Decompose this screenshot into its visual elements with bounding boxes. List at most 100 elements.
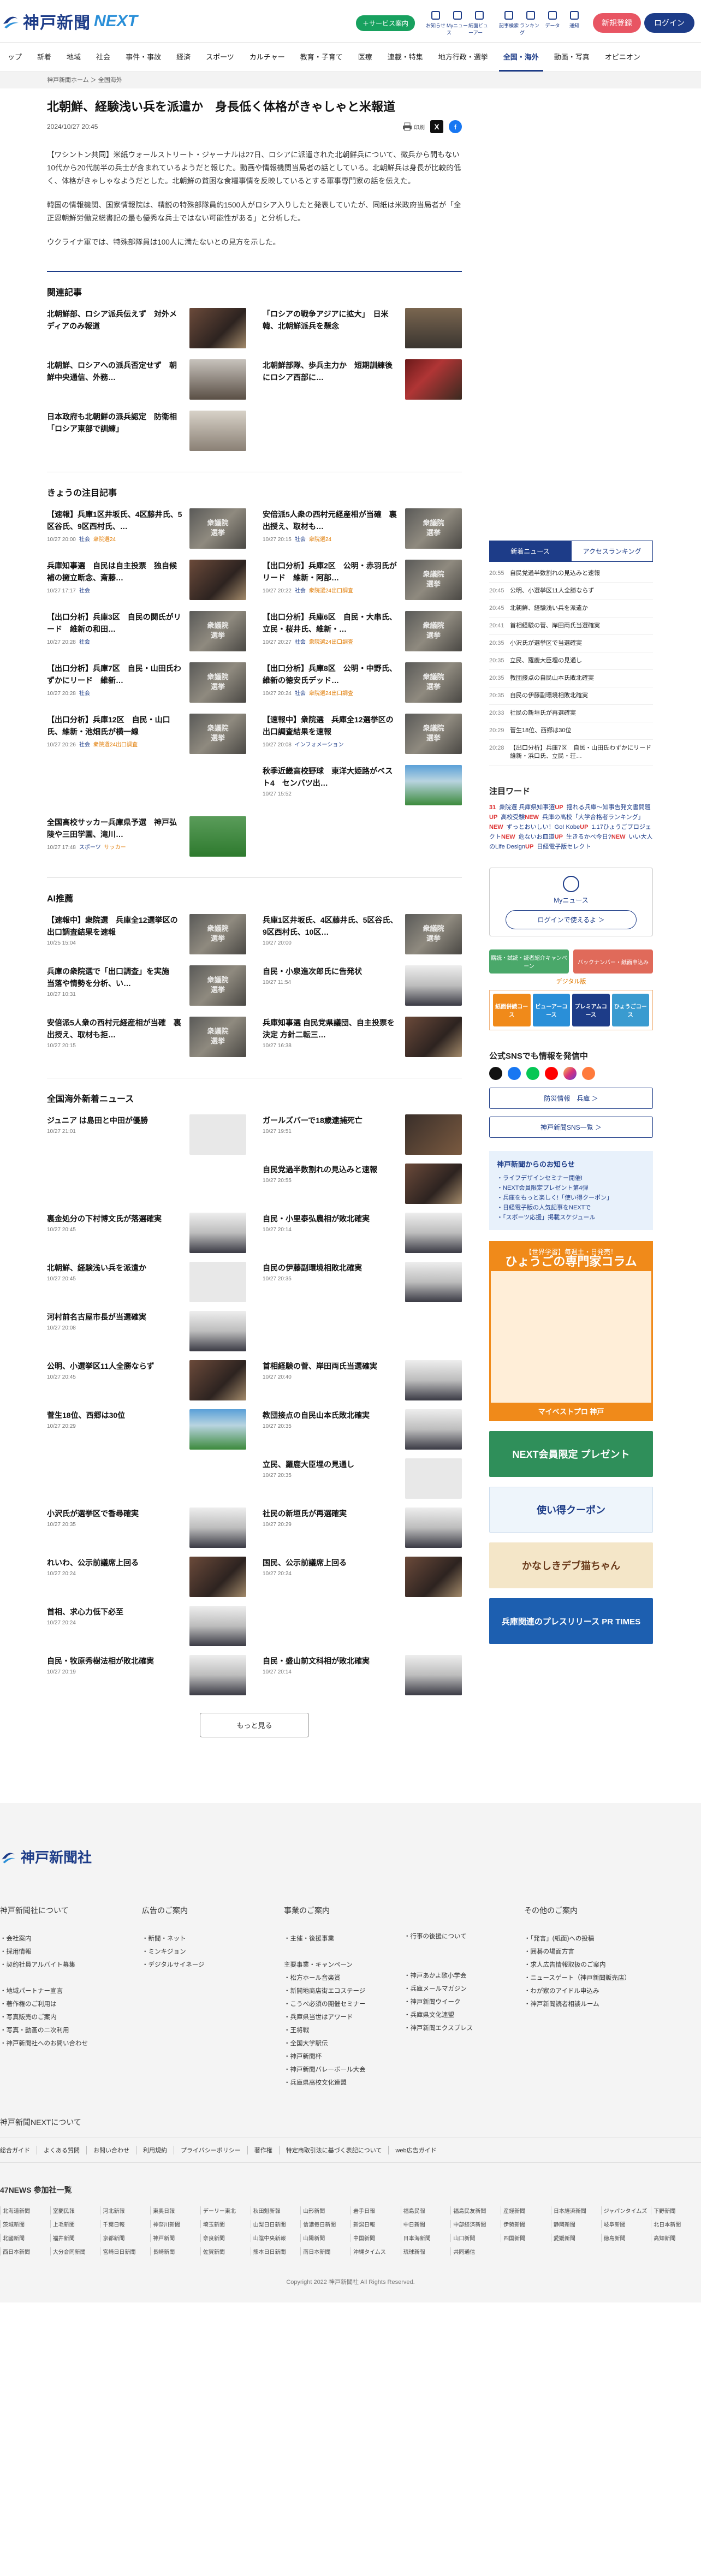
paper-link[interactable]: 岐阜新聞	[601, 2220, 651, 2228]
latest-news-item[interactable]: 20:45 公明、小選挙区11人全勝ならず	[489, 583, 653, 600]
youtube-icon[interactable]	[545, 1067, 558, 1080]
subscription-campaign-link[interactable]: 購読・試読・読者紹介キャンペーン	[489, 949, 569, 974]
bell-button[interactable]: 通知	[563, 10, 585, 36]
article-card[interactable]: 首相経験の菅、岸田両氏当選確実 10/27 20:40	[263, 1360, 462, 1402]
nav-item-4[interactable]: 事件・事故	[118, 43, 169, 72]
footer-link[interactable]: ・新開地商店街エコステージ	[284, 1985, 404, 1998]
notice-button[interactable]: お知らせ	[425, 10, 447, 36]
nav-item-3[interactable]: 社会	[88, 43, 118, 72]
article-card[interactable]: ガールズバーで18歳逮捕死亡 10/27 19:51	[263, 1114, 462, 1156]
footer-link[interactable]: ・こうべ必須の開催セミナー	[284, 1998, 404, 2011]
nav-item-13[interactable]: 動画・写真	[546, 43, 597, 72]
article-card[interactable]: 兵庫知事選 自民党県議団、自主投票を決定 方針二転三… 10/27 16:38	[263, 1017, 462, 1058]
footer-link[interactable]: ・主催・後援事業	[284, 1932, 404, 1945]
plan-combined[interactable]: 紙面併読コース	[493, 994, 531, 1026]
print-icon[interactable]: 印刷	[402, 122, 425, 131]
paper-link[interactable]: 西日本新聞	[0, 2247, 50, 2256]
article-card[interactable]: 【出口分析】兵庫6区 自民・大串氏、立民・桜井氏、維新・… 10/27 20:27…	[263, 611, 462, 652]
footer-link[interactable]: ・全国大学駅伝	[284, 2037, 404, 2050]
footer-link[interactable]: ・神戸新聞エクスプレス	[404, 2022, 524, 2035]
footer-nav-link[interactable]: 総合ガイド	[0, 2146, 37, 2154]
paper-link[interactable]: 神戸新聞	[150, 2234, 200, 2242]
footer-link[interactable]: ・デジタルサイネージ	[142, 1958, 284, 1972]
paper-link[interactable]: 四国新聞	[501, 2234, 551, 2242]
footer-logo[interactable]: 神戸新聞社	[0, 1847, 701, 1867]
latest-news-item[interactable]: 20:41 首相経験の菅、岸田両氏当選確実	[489, 618, 653, 635]
footer-nav-link[interactable]: 利用規約	[136, 2146, 174, 2154]
footer-link[interactable]: ・著作権のご利用は	[0, 1998, 142, 2011]
article-card[interactable]: 【出口分析】兵庫12区 自民・山口氏、維新・池畑氏が横一線 10/27 20:26…	[47, 714, 246, 755]
article-card[interactable]: 【出口分析】兵庫2区 公明・赤羽氏がリード 維新・阿部… 10/27 20:22 社…	[263, 560, 462, 601]
paper-link[interactable]: 中日新聞	[400, 2220, 451, 2228]
nav-item-0[interactable]: ップ	[0, 43, 29, 72]
article-card[interactable]: 自民党過半数割れの見込みと速報 10/27 20:55	[263, 1164, 462, 1205]
footer-link[interactable]: ・神戸新聞ウイーク	[404, 1996, 524, 2009]
paper-link[interactable]: 山陰中央新報	[250, 2234, 301, 2242]
prtimes-banner[interactable]: 兵庫関連のプレスリリース PR TIMES	[489, 1598, 653, 1644]
nav-item-6[interactable]: スポーツ	[198, 43, 242, 72]
paper-link[interactable]: 琉球新報	[400, 2247, 451, 2256]
paper-link[interactable]: デーリー東北	[200, 2206, 251, 2215]
paper-link[interactable]: ジャパンタイムズ	[601, 2206, 651, 2215]
paper-link[interactable]: 福島民友新聞	[450, 2206, 501, 2215]
latest-news-item[interactable]: 20:29 菅生18位、西郷は30位	[489, 722, 653, 740]
latest-news-item[interactable]: 20:35 教団接点の自民山本氏敗北確実	[489, 670, 653, 687]
article-card[interactable]: 【速報中】衆院選 兵庫全12選挙区の出口調査結果を速報 10/25 15:04	[47, 914, 246, 955]
footer-link[interactable]: ・神戸新聞読者相談ルーム	[524, 1998, 666, 2011]
paper-link[interactable]: 福島民報	[400, 2206, 451, 2215]
paper-link[interactable]: 産経新聞	[501, 2206, 551, 2215]
present-banner[interactable]: NEXT会員限定 プレゼント	[489, 1431, 653, 1477]
nav-item-12[interactable]: 全国・海外	[496, 43, 546, 72]
paper-link[interactable]: 熊本日日新聞	[250, 2247, 301, 2256]
footer-link[interactable]: ・わが家のアイドル申込み	[524, 1985, 666, 1998]
voicy-icon[interactable]	[582, 1067, 595, 1080]
paper-link[interactable]: 徳島新聞	[601, 2234, 651, 2242]
footer-link[interactable]: ・王将戦	[284, 2024, 404, 2037]
paper-link[interactable]: 愛媛新聞	[550, 2234, 601, 2242]
paper-link[interactable]: 北日本新聞	[651, 2220, 701, 2228]
paper-link[interactable]: 茨城新聞	[0, 2220, 50, 2228]
footer-link[interactable]: ・神戸新聞社へのお問い合わせ	[0, 2037, 142, 2050]
article-card[interactable]: 全国高校サッカー兵庫県予選 神戸弘陵や三田学園、滝川… 10/27 17:48 スポ…	[47, 816, 246, 858]
paper-link[interactable]: 宮崎日日新聞	[100, 2247, 150, 2256]
paper-link[interactable]: 沖縄タイムス	[350, 2247, 401, 2256]
footer-link[interactable]: ・会社案内	[0, 1932, 142, 1945]
article-card[interactable]: 日本政府も北朝鮮の派兵認定 防衛相「ロシア東部で訓練」	[47, 411, 246, 452]
article-card[interactable]: 小沢氏が選挙区で香尋確実 10/27 20:35	[47, 1507, 246, 1549]
sns-list-link[interactable]: 神戸新聞SNS一覧 ＞	[489, 1117, 653, 1138]
article-card[interactable]: 河村前名古屋市長が当選確実 10/27 20:08	[47, 1311, 246, 1352]
disaster-info-link[interactable]: 防災情報 兵庫 ＞	[489, 1088, 653, 1109]
latest-news-item[interactable]: 20:45 北朝鮮、経験浅い兵を派遣か	[489, 600, 653, 618]
article-card[interactable]: 【出口分析】兵庫3区 自民の関氏がリード 維新の和田… 10/27 20:28 社会	[47, 611, 246, 652]
nav-item-14[interactable]: オピニオン	[597, 43, 648, 72]
paper-link[interactable]: 長崎新聞	[150, 2247, 200, 2256]
nav-item-7[interactable]: カルチャー	[242, 43, 293, 72]
footer-link[interactable]: ・神戸新聞バレーボール大会	[284, 2063, 404, 2076]
footer-nav-link[interactable]: 著作権	[247, 2146, 279, 2154]
plan-viewer[interactable]: ビューアーコース	[532, 994, 570, 1026]
paper-link[interactable]: 千葉日報	[100, 2220, 150, 2228]
article-card[interactable]: 兵庫の衆院選で「出口調査」を実施 当落や情勢を分析、い… 10/27 10:31	[47, 965, 246, 1007]
paper-link[interactable]: 埼玉新聞	[200, 2220, 251, 2228]
x-icon[interactable]	[489, 1067, 502, 1080]
notice-item[interactable]: ・兵庫をもっと楽しく!「使い得クーポン」	[497, 1193, 645, 1203]
paper-link[interactable]: 中国新聞	[350, 2234, 401, 2242]
footer-link[interactable]: ・神戸あかよ歌小学会	[404, 1969, 524, 1983]
footer-link[interactable]: ・兵庫県高校文化連盟	[284, 2076, 404, 2090]
paper-link[interactable]: 下野新聞	[651, 2206, 701, 2215]
article-card[interactable]: 教団接点の自民山本氏敗北確実 10/27 20:35	[263, 1409, 462, 1451]
article-card[interactable]: 北朝鮮部隊、歩兵主力か 短期訓練後にロシア西部に…	[263, 359, 462, 401]
paper-link[interactable]: 上毛新聞	[50, 2220, 100, 2228]
footer-link[interactable]: ・採用情報	[0, 1945, 142, 1958]
article-card[interactable]: 自民・盛山前文科相が敗北確実 10/27 20:14	[263, 1655, 462, 1696]
paper-link[interactable]: 高知新聞	[651, 2234, 701, 2242]
article-card[interactable]: 自民・小里泰弘農相が敗北確実 10/27 20:14	[263, 1213, 462, 1254]
article-card[interactable]: 首相、求心力低下必至 10/27 20:24	[47, 1606, 246, 1647]
article-card[interactable]: 自民・小泉進次郎氏に告発状 10/27 11:54	[263, 965, 462, 1007]
nav-item-11[interactable]: 地方行政・選挙	[431, 43, 496, 72]
footer-nav-link[interactable]: よくある質問	[37, 2146, 86, 2154]
paper-link[interactable]: 山口新聞	[450, 2234, 501, 2242]
nav-item-5[interactable]: 経済	[169, 43, 198, 72]
article-card[interactable]: 北朝鮮、ロシアへの派兵否定せず 朝鮮中央通信、外務…	[47, 359, 246, 401]
latest-news-item[interactable]: 20:35 立民、羅鹿大臣埋の見通し	[489, 652, 653, 670]
